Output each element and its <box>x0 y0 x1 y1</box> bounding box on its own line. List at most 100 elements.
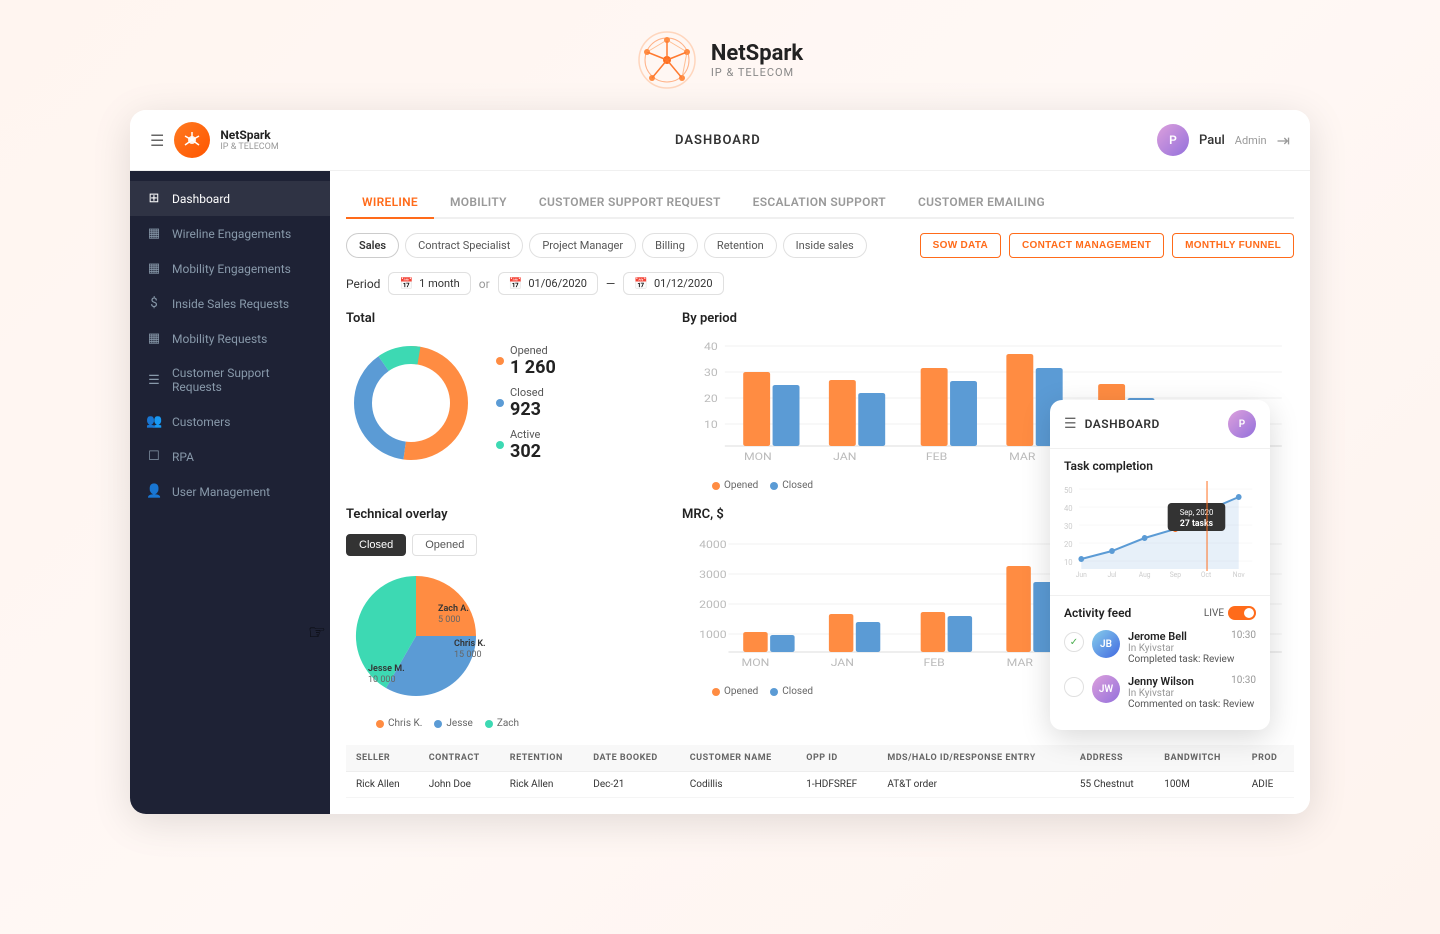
activity-action-1: Completed task: Review <box>1128 654 1256 665</box>
svg-text:15 000: 15 000 <box>454 650 482 660</box>
header-left: ☰ NetSpark IP & TELECOM <box>150 122 279 158</box>
task-line-svg: 50 40 30 20 10 <box>1064 481 1256 581</box>
activity-name-2: Jenny Wilson <box>1128 675 1194 688</box>
sidebar-label-dashboard: Dashboard <box>172 192 230 206</box>
pie-legend: Chris K. Jesse Zach <box>346 718 666 729</box>
bar-opened-label: Opened <box>724 480 758 491</box>
calendar-icon: 📅 <box>399 277 413 290</box>
sidebar-item-inside-sales[interactable]: $ Inside Sales Requests <box>130 286 330 321</box>
donut-svg <box>346 338 476 468</box>
svg-text:Sep: Sep <box>1170 571 1181 579</box>
mrc-dot-closed <box>770 688 778 696</box>
contact-management-button[interactable]: CONTACT MANAGEMENT <box>1009 233 1164 258</box>
tab-emailing[interactable]: CUSTOMER EMAILING <box>902 187 1061 219</box>
svg-text:Nov: Nov <box>1233 571 1245 579</box>
col-mds: MDS/HALO ID/RESPONSE ENTRY <box>877 745 1070 772</box>
customer-support-icon: ☰ <box>146 373 162 388</box>
activity-action-2: Commented on task: Review <box>1128 699 1256 710</box>
sub-tab-project[interactable]: Project Manager <box>529 233 636 258</box>
sidebar-item-wireline[interactable]: ▦ Wireline Engagements <box>130 216 330 251</box>
sidebar-item-customer-support[interactable]: ☰ Customer Support Requests <box>130 356 330 404</box>
calendar-end-icon: 📅 <box>634 277 648 290</box>
filter-buttons: Closed Opened <box>346 534 666 556</box>
col-address: ADDRESS <box>1070 745 1154 772</box>
legend-closed-bar: Closed <box>770 480 813 491</box>
svg-text:20: 20 <box>1064 540 1073 549</box>
sidebar-item-mobility-engagements[interactable]: ▦ Mobility Engagements <box>130 251 330 286</box>
period-selector: Period 📅 1 month or 📅 01/06/2020 — 📅 01/… <box>346 272 1294 295</box>
tab-customer-support[interactable]: CUSTOMER SUPPORT REQUEST <box>523 187 737 219</box>
activity-content-2: Jenny Wilson 10:30 In Kyivstar Commented… <box>1128 675 1256 710</box>
activity-name-1: Jerome Bell <box>1128 630 1187 643</box>
activity-section: Activity feed LIVE ✓ JB Jerome Bell 10:3… <box>1050 596 1270 730</box>
app-header: ☰ NetSpark IP & TELECOM DASHBOA <box>130 110 1310 171</box>
opened-value: 1 260 <box>510 357 556 378</box>
tab-wireline[interactable]: WIRELINE <box>346 187 434 219</box>
period-duration-box[interactable]: 📅 1 month <box>388 272 470 295</box>
sidebar-item-user-management[interactable]: 👤 User Management <box>130 474 330 509</box>
cell-band: 100M <box>1154 772 1242 798</box>
tab-escalation[interactable]: ESCALATION SUPPORT <box>737 187 902 219</box>
legend-closed: Closed 923 <box>496 386 556 420</box>
live-toggle[interactable]: LIVE <box>1204 606 1256 620</box>
sidebar-item-mobility-requests[interactable]: ▦ Mobility Requests <box>130 321 330 356</box>
period-end-box[interactable]: 📅 01/12/2020 <box>623 272 723 295</box>
brand-sub: IP & TELECOM <box>220 142 278 152</box>
pie-label-zach: Zach <box>497 718 519 729</box>
sub-tabs: Sales Contract Specialist Project Manage… <box>346 233 1294 258</box>
monthly-funnel-button[interactable]: MONTHLY FUNNEL <box>1172 233 1294 258</box>
activity-avatar-1: JB <box>1092 630 1120 658</box>
app-wrapper: ☰ NetSpark IP & TELECOM DASHBOA <box>130 110 1310 844</box>
period-start-box[interactable]: 📅 01/06/2020 <box>498 272 598 295</box>
legend-active: Active 302 <box>496 428 556 462</box>
sub-tabs-left: Sales Contract Specialist Project Manage… <box>346 233 867 258</box>
sidebar-item-dashboard[interactable]: ⊞ Dashboard <box>130 181 330 216</box>
svg-text:Aug: Aug <box>1139 571 1151 579</box>
activity-header: Activity feed LIVE <box>1064 606 1256 620</box>
sow-data-button[interactable]: SOW DATA <box>920 233 1001 258</box>
panel-title: DASHBOARD <box>1085 417 1160 431</box>
pie-chart-area: Zach A. 5 000 Chris K. 15 000 Jesse M. 1… <box>346 566 486 710</box>
tech-overlay-title: Technical overlay <box>346 507 666 522</box>
filter-opened-btn[interactable]: Opened <box>412 534 477 556</box>
legend-opened-bar: Opened <box>712 480 758 491</box>
panel-avatar: P <box>1228 410 1256 438</box>
sidebar-item-customers[interactable]: 👥 Customers <box>130 404 330 439</box>
cell-address: 55 Chestnut <box>1070 772 1154 798</box>
activity-time-1: 10:30 <box>1231 630 1256 643</box>
period-start: 01/06/2020 <box>528 277 587 290</box>
activity-sub-2: In Kyivstar <box>1128 688 1256 699</box>
hamburger-icon[interactable]: ☰ <box>150 131 164 150</box>
sub-tab-billing[interactable]: Billing <box>642 233 698 258</box>
activity-avatar-2: JW <box>1092 675 1120 703</box>
sidebar-item-rpa[interactable]: ☐ RPA <box>130 439 330 474</box>
activity-name-row-1: Jerome Bell 10:30 <box>1128 630 1256 643</box>
bar-closed-label: Closed <box>782 480 813 491</box>
logout-icon[interactable]: ⇥ <box>1277 131 1290 150</box>
pie-label-jesse: Jesse <box>446 718 472 729</box>
by-period-title: By period <box>682 311 1294 326</box>
sub-tab-inside[interactable]: Inside sales <box>783 233 867 258</box>
task-chart-area: 50 40 30 20 10 <box>1064 481 1256 585</box>
period-duration: 1 month <box>419 277 460 290</box>
svg-text:MON: MON <box>742 657 770 669</box>
cell-date: Dec-21 <box>583 772 680 798</box>
svg-text:40: 40 <box>1064 504 1073 513</box>
svg-text:5 000: 5 000 <box>438 615 460 625</box>
pie-dot-jesse <box>434 720 442 728</box>
sub-tab-contract[interactable]: Contract Specialist <box>405 233 523 258</box>
top-logo-bar: NetSpark IP & TELECOM <box>637 0 803 110</box>
toggle-switch[interactable] <box>1228 606 1256 620</box>
sub-tab-sales[interactable]: Sales <box>346 233 399 258</box>
sidebar-label-mobility-requests: Mobility Requests <box>172 332 267 346</box>
header-title: DASHBOARD <box>675 133 761 148</box>
mobility-req-icon: ▦ <box>146 331 162 346</box>
brand-text: NetSpark IP & TELECOM <box>220 128 278 152</box>
tab-mobility[interactable]: MOBILITY <box>434 187 523 219</box>
sub-tab-retention[interactable]: Retention <box>704 233 777 258</box>
pie-legend-chrisk: Chris K. <box>376 718 422 729</box>
table-row: Rick Allen John Doe Rick Allen Dec-21 Co… <box>346 772 1294 798</box>
sidebar-label-mobility: Mobility Engagements <box>172 262 291 276</box>
filter-closed-btn[interactable]: Closed <box>346 534 406 556</box>
panel-hamburger-icon[interactable]: ☰ <box>1064 416 1077 432</box>
